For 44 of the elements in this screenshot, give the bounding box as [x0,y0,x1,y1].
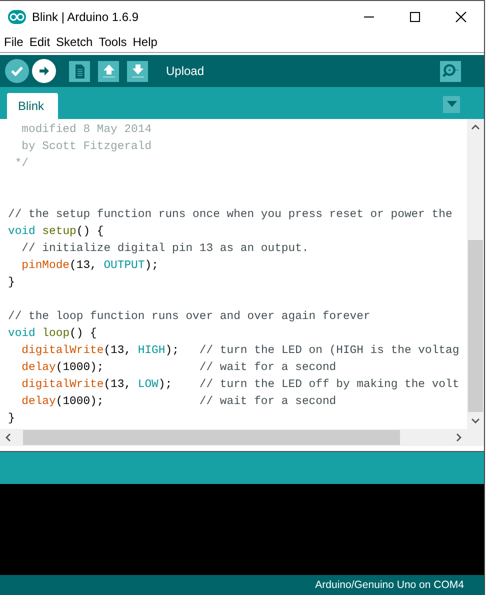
code-line: digitalWrite(13, HIGH); // turn the LED on (HIGH is the voltag [20,344,460,359]
serial-monitor-button[interactable] [440,60,461,82]
code-line: delay(1000); // wait for a second [20,394,338,410]
code-line: // initialize digital pin 13 as an output. [20,242,310,257]
maximize-icon [409,10,421,22]
up-arrow-icon [102,64,114,78]
close-icon [455,10,467,22]
vertical-scrollbar[interactable] [467,119,484,429]
app-logo-icon [8,10,26,24]
menu-item[interactable]: Help [132,35,162,49]
code-line: by Scott Fitzgerald [20,140,153,155]
code-line: void loop() { [8,326,98,342]
document-icon [74,64,84,78]
board-status: Arduino/Genuino Uno on COM4 [315,579,464,591]
new-button[interactable] [69,60,90,82]
tab-menu-button[interactable] [443,96,460,112]
caret-icon [446,101,456,107]
scroll-thumb[interactable] [23,430,400,445]
window-title: Blink | Arduino 1.6.9 [32,10,139,24]
code-line: // the loop function runs over and over again forever [8,310,372,325]
code-line: modified 8 May 2014 [20,122,153,138]
menu-item[interactable]: Edit [29,35,54,49]
menu-item[interactable]: File [4,35,28,49]
menu-item[interactable]: Tools [98,35,131,49]
upload-button[interactable] [32,59,56,83]
check-icon [11,66,23,76]
save-button[interactable] [127,60,148,82]
down-arrow-icon [132,64,144,78]
code-line: pinMode(13, OUTPUT); [20,258,160,274]
code-line: // the setup function runs once when you press reset or power the [8,208,454,223]
code-line: */ [14,156,30,172]
verify-button[interactable] [5,59,29,83]
horizontal-scrollbar[interactable] [0,429,467,446]
code-line: } [8,276,16,291]
toolbar-hint: Upload [166,64,204,78]
code-line: digitalWrite(13, LOW); // turn the LED off by making the volt [20,378,460,393]
code-line: } [8,412,16,427]
scroll-thumb[interactable] [468,240,483,412]
code-line: void setup() { [8,224,105,240]
sketch-tab[interactable]: Blink [7,93,58,119]
arrow-icon [38,66,50,76]
open-button[interactable] [98,60,119,82]
code-line: delay(1000); // wait for a second [20,360,338,376]
menu-item[interactable]: Sketch [56,35,97,49]
